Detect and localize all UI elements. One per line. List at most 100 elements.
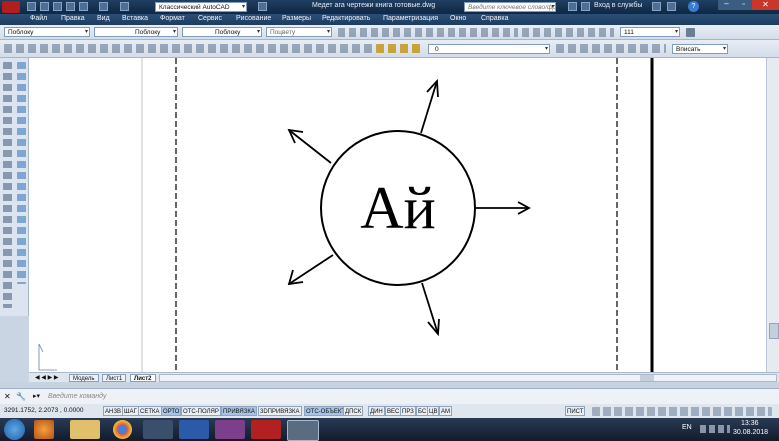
media-player-icon[interactable] xyxy=(34,420,54,439)
layer-state-icons[interactable] xyxy=(376,44,424,53)
menu-item-11[interactable]: Справка xyxy=(481,15,508,22)
search-icon[interactable] xyxy=(568,2,577,11)
layer-select[interactable]: 0 xyxy=(428,44,550,54)
cart-icon[interactable] xyxy=(652,2,661,11)
signin-label[interactable]: Вход в службы xyxy=(594,2,642,9)
workspace-icon[interactable] xyxy=(258,2,267,11)
tab-layout1[interactable]: Лист1 xyxy=(102,374,127,382)
word-icon[interactable] xyxy=(179,420,209,439)
menu-item-10[interactable]: Окно xyxy=(450,15,466,22)
help-icon[interactable]: ? xyxy=(688,1,699,12)
lineweight-select[interactable]: Поблоку xyxy=(182,27,262,37)
draw-tools-icons[interactable] xyxy=(338,28,518,37)
status-toggle-0[interactable]: АНЗВ xyxy=(103,406,123,416)
command-input[interactable]: Введите команду xyxy=(48,393,106,400)
menu-item-6[interactable]: Рисование xyxy=(236,15,271,22)
annotation-icons[interactable] xyxy=(522,28,614,37)
scale-select[interactable]: 111 xyxy=(620,27,680,37)
acrobat-icon[interactable] xyxy=(251,420,281,439)
clock-date: 30.08.2018 xyxy=(733,429,769,436)
menu-item-7[interactable]: Размеры xyxy=(282,15,311,22)
document-title: Медет ага чертежи книга готовые.dwg xyxy=(312,2,436,9)
status-toggle-7[interactable]: ОТС-ОБЪЕКТ xyxy=(304,406,347,416)
saveas-icon[interactable] xyxy=(66,2,75,11)
open-icon[interactable] xyxy=(40,2,49,11)
network-app-icon[interactable] xyxy=(143,420,173,439)
properties-toolbar: Поблоку Поблоку Поблоку Поцвету 111 xyxy=(0,25,779,40)
coordinates: 3291.1752, 2.2073 , 0.0000 xyxy=(4,407,84,414)
save-icon[interactable] xyxy=(53,2,62,11)
menu-item-3[interactable]: Вставка xyxy=(122,15,148,22)
drawing-text[interactable]: Ай xyxy=(360,175,435,241)
title-bar: Классический AutoCAD Медет ага чертежи к… xyxy=(0,0,779,14)
scroll-thumb[interactable] xyxy=(769,323,779,339)
explorer-icon[interactable] xyxy=(70,420,100,439)
close-icon[interactable]: ✕ xyxy=(4,392,11,401)
paper-space-toggle[interactable]: ПИСТ xyxy=(565,406,586,416)
layer-tools-icons[interactable] xyxy=(556,44,666,53)
drawing-area[interactable]: Ай xyxy=(29,58,766,372)
menu-item-2[interactable]: Вид xyxy=(97,15,110,22)
language-indicator[interactable]: EN xyxy=(682,424,692,431)
command-prompt-icon: ▸▾ xyxy=(33,393,41,400)
drawing-svg: Ай xyxy=(38,58,654,372)
vertical-scrollbar[interactable] xyxy=(766,58,779,372)
tab-nav-buttons[interactable]: ◀ ◀ ▶ ▶ xyxy=(35,374,65,382)
status-toggle-1[interactable]: ШАГ xyxy=(122,406,139,416)
app-logo-icon[interactable] xyxy=(2,1,20,13)
menu-item-0[interactable]: Файл xyxy=(30,15,47,22)
zoom-select[interactable]: Вписать xyxy=(672,44,728,54)
status-toggle-11[interactable]: ПРЗ xyxy=(400,406,416,416)
new-icon[interactable] xyxy=(27,2,36,11)
start-button[interactable] xyxy=(4,419,25,440)
hscroll-thumb[interactable] xyxy=(640,375,654,381)
tab-layout2[interactable]: Лист2 xyxy=(130,374,156,382)
menu-item-1[interactable]: Правка xyxy=(61,15,85,22)
search-input[interactable]: Введите ключевое слово/фразу xyxy=(464,2,556,12)
menu-item-8[interactable]: Редактировать xyxy=(322,15,370,22)
redo-icon[interactable] xyxy=(120,2,129,11)
print-icon[interactable] xyxy=(79,2,88,11)
close-button[interactable]: ✕ xyxy=(752,0,779,10)
tray-icons[interactable] xyxy=(700,425,730,433)
status-toggle-14[interactable]: АМ xyxy=(439,406,452,416)
status-toggle-6[interactable]: 3DПРИВЯЗКА xyxy=(258,406,302,416)
status-toggle-8[interactable]: ДПСК xyxy=(343,406,364,416)
status-toggle-5[interactable]: ПРИВЯЗКА xyxy=(221,406,257,416)
wrench-icon[interactable]: 🔧 xyxy=(16,392,26,401)
status-toggle-3[interactable]: ОРТО xyxy=(161,406,182,416)
modify-toolbar xyxy=(15,58,29,316)
autocad-task-icon[interactable] xyxy=(287,420,319,441)
modify-icons[interactable] xyxy=(17,62,26,284)
menu-item-5[interactable]: Сервис xyxy=(198,15,222,22)
clock-time: 13:36 xyxy=(741,420,759,427)
chrome-icon[interactable] xyxy=(113,420,132,439)
minimize-button[interactable]: ‒ xyxy=(718,0,735,10)
exchange-icon[interactable] xyxy=(667,2,676,11)
draw-icons[interactable] xyxy=(3,62,12,308)
status-toggle-9[interactable]: ДИН xyxy=(368,406,385,416)
status-bar: 3291.1752, 2.2073 , 0.0000 ПИСТ АНЗВ ШАГ С… xyxy=(0,404,779,418)
status-toggle-13[interactable]: ЦВ xyxy=(427,406,440,416)
linetype-select[interactable]: Поблоку xyxy=(94,27,178,37)
workspace-select[interactable]: Классический AutoCAD xyxy=(155,2,247,12)
plotstyle-select[interactable]: Поцвету xyxy=(266,27,332,37)
winrar-icon[interactable] xyxy=(215,420,245,439)
status-toggle-10[interactable]: ВЕС xyxy=(385,406,402,416)
status-toggle-2[interactable]: СЕТКА xyxy=(138,406,162,416)
maximize-button[interactable]: ▫ xyxy=(735,0,752,10)
user-icon[interactable] xyxy=(581,2,590,11)
undo-icon[interactable] xyxy=(99,2,108,11)
draw-toolbar xyxy=(0,58,16,316)
menu-item-9[interactable]: Параметризация xyxy=(383,15,438,22)
tab-model[interactable]: Модель xyxy=(69,374,99,382)
menu-item-4[interactable]: Формат xyxy=(160,15,185,22)
standard-toolbar: 0 Вписать xyxy=(0,40,779,58)
horizontal-scrollbar[interactable] xyxy=(159,374,777,382)
status-toggle-4[interactable]: ОТС-ПОЛЯР xyxy=(181,406,221,416)
standard-icons[interactable] xyxy=(4,44,372,53)
layer-color-select[interactable]: Поблоку xyxy=(4,27,90,37)
annotation-scale-icon[interactable] xyxy=(686,28,695,37)
status-tray-icons[interactable] xyxy=(592,407,772,416)
taskbar: EN 13:36 30.08.2018 xyxy=(0,418,779,441)
